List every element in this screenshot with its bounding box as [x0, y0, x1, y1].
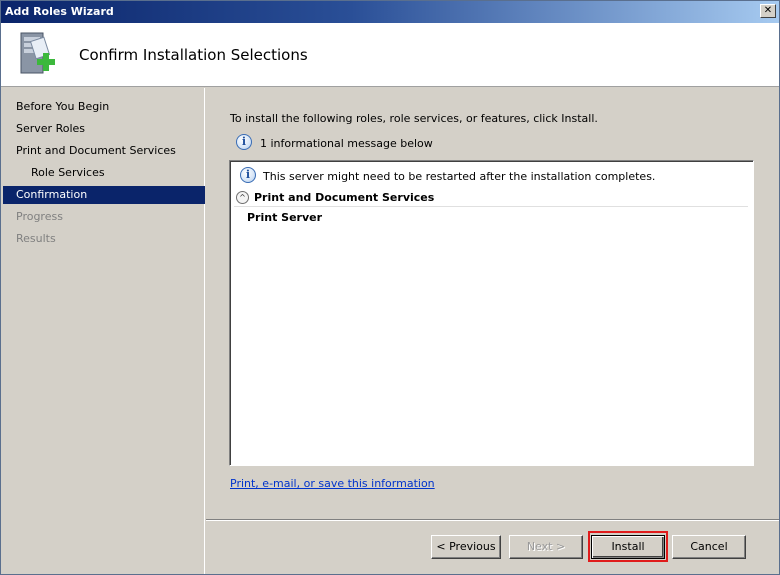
close-icon: ✕ [763, 5, 773, 16]
restart-message-text: This server might need to be restarted a… [263, 170, 656, 183]
print-email-save-link[interactable]: Print, e-mail, or save this information [230, 477, 435, 490]
nav-step-server-roles[interactable]: Server Roles [3, 120, 205, 138]
previous-button[interactable]: < Previous [431, 535, 501, 559]
wizard-content: To install the following roles, role ser… [206, 88, 779, 519]
info-summary: i 1 informational message below [236, 134, 433, 152]
nav-step-role-services[interactable]: Role Services [3, 164, 205, 182]
nav-step-print-document-services[interactable]: Print and Document Services [3, 142, 205, 160]
info-summary-text: 1 informational message below [260, 137, 433, 150]
install-highlight-box [588, 531, 668, 562]
server-roles-add-icon [20, 32, 55, 74]
wizard-steps-nav: Before You Begin Server Roles Print and … [3, 88, 205, 574]
wizard-header: Confirm Installation Selections [1, 23, 779, 87]
selection-details-panel[interactable]: i This server might need to be restarted… [229, 160, 754, 466]
nav-step-confirmation[interactable]: Confirmation [3, 186, 205, 204]
next-button: Next > [509, 535, 583, 559]
information-icon: i [236, 134, 252, 150]
nav-step-progress: Progress [16, 210, 63, 223]
page-title: Confirm Installation Selections [79, 46, 308, 64]
wizard-footer: < Previous Next > Install Cancel [206, 519, 779, 574]
collapse-chevron-icon[interactable]: ^ [236, 191, 249, 204]
list-item-print-server: Print Server [247, 211, 323, 224]
intro-text: To install the following roles, role ser… [230, 112, 598, 125]
cancel-button[interactable]: Cancel [672, 535, 746, 559]
nav-step-before-you-begin[interactable]: Before You Begin [3, 98, 205, 116]
section-title: Print and Document Services [254, 191, 435, 204]
wizard-window: Add Roles Wizard ✕ Confirm Installation … [0, 0, 780, 575]
close-button[interactable]: ✕ [760, 4, 776, 18]
information-icon: i [240, 167, 256, 183]
nav-step-results: Results [16, 232, 56, 245]
title-bar[interactable]: Add Roles Wizard ✕ [1, 1, 779, 23]
window-title: Add Roles Wizard [5, 5, 114, 18]
section-header-print-document-services[interactable]: ^ Print and Document Services [234, 189, 748, 207]
restart-message: i This server might need to be restarted… [240, 167, 655, 185]
